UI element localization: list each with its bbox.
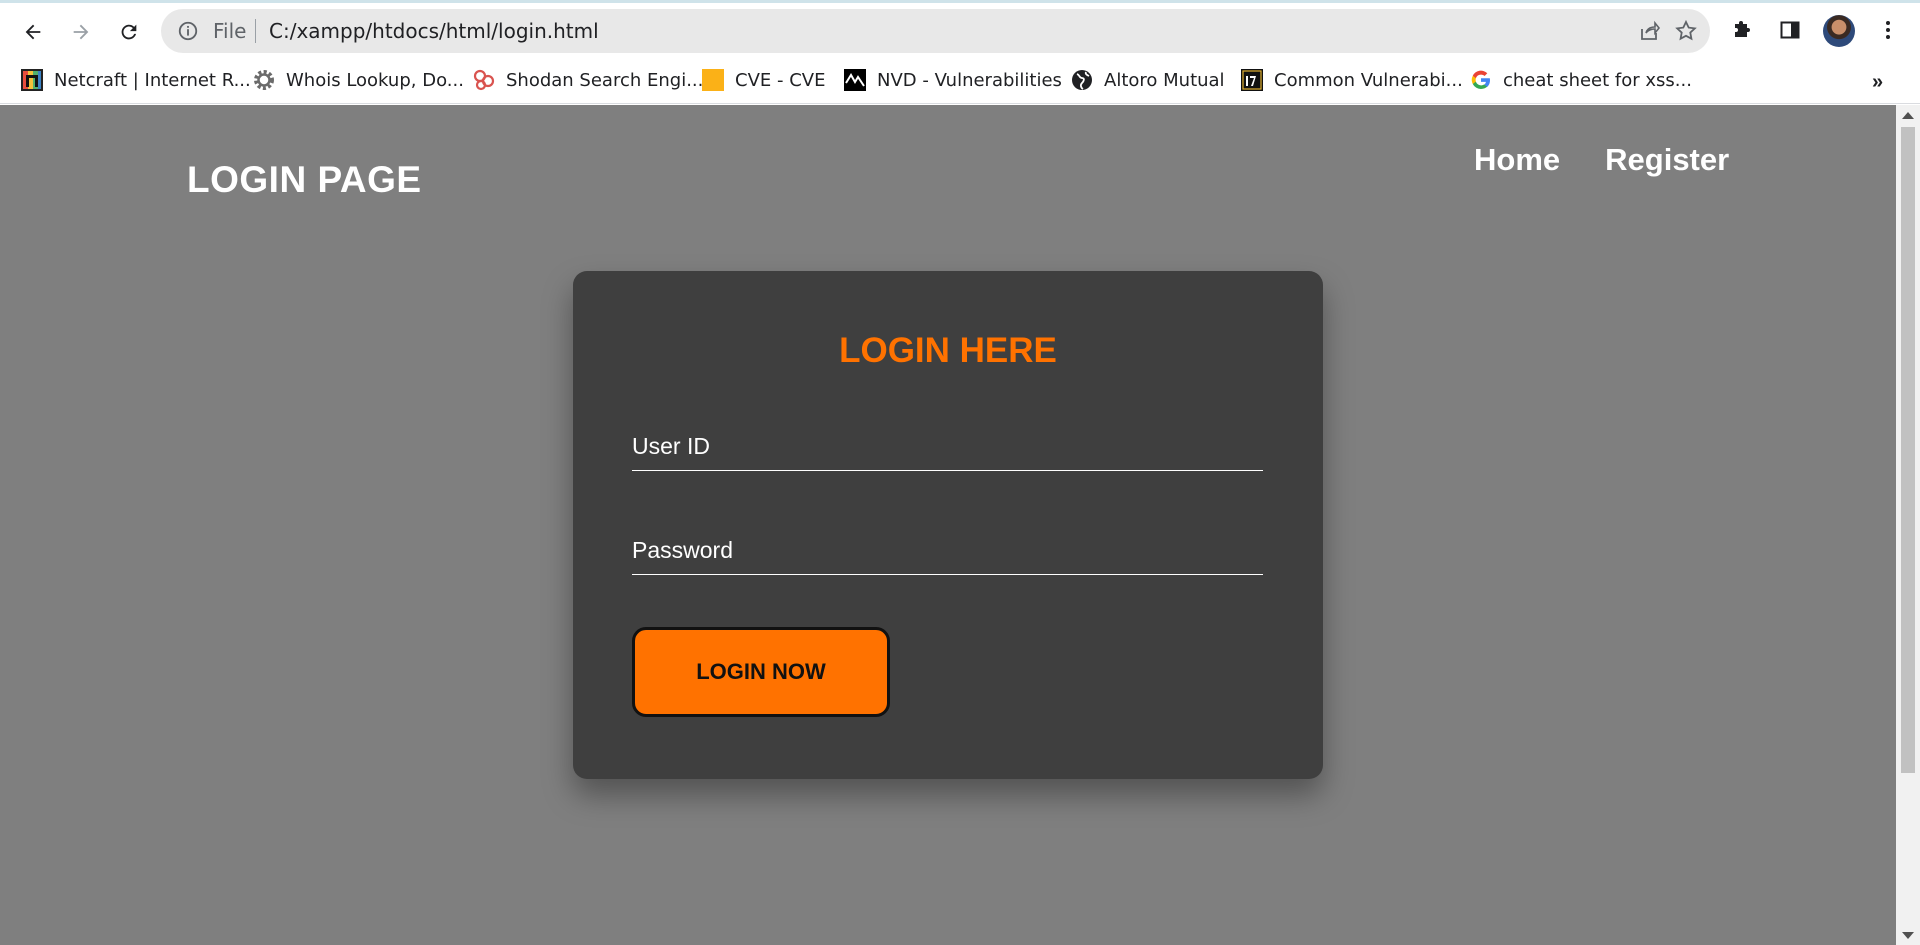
bookmarks-bar: Netcraft | Internet R... Whois Lookup, D… (0, 57, 1920, 104)
login-now-button[interactable]: LOGIN NOW (632, 627, 890, 717)
bookmark-netcraft[interactable]: Netcraft | Internet R... (20, 64, 251, 96)
password-input[interactable] (632, 527, 1263, 575)
address-url[interactable]: C:/xampp/htdocs/html/login.html (269, 19, 599, 43)
page-viewport: LOGIN PAGE Home Register LOGIN HERE LOGI… (0, 105, 1896, 945)
user-id-input[interactable] (632, 423, 1263, 471)
profile-avatar[interactable] (1823, 15, 1855, 47)
forward-button[interactable] (64, 15, 98, 49)
nvd-icon (843, 68, 867, 92)
bookmark-xss-cheat-sheet[interactable]: cheat sheet for xss... (1469, 64, 1692, 96)
bookmark-label: NVD - Vulnerabilities (877, 69, 1062, 91)
bookmark-label: Netcraft | Internet R... (54, 69, 251, 91)
netcraft-icon (20, 68, 44, 92)
bookmark-altoro[interactable]: Altoro Mutual (1070, 64, 1225, 96)
gear-icon (252, 68, 276, 92)
top-nav: Home Register (1474, 142, 1729, 178)
bookmark-common-vulnerabilities[interactable]: Common Vulnerabi... (1240, 64, 1463, 96)
bookmark-star-icon[interactable] (1674, 19, 1698, 43)
globe-icon (1070, 68, 1094, 92)
arrow-right-icon (73, 24, 89, 40)
back-button[interactable] (16, 15, 50, 49)
browser-toolbar: File C:/xampp/htdocs/html/login.html (0, 0, 1920, 57)
bookmark-whois[interactable]: Whois Lookup, Do... (252, 64, 464, 96)
reload-icon (121, 24, 137, 40)
nav-link-register[interactable]: Register (1605, 142, 1729, 178)
bookmark-label: CVE - CVE (735, 69, 826, 91)
login-form-title: LOGIN HERE (839, 331, 1057, 370)
bookmark-nvd[interactable]: NVD - Vulnerabilities (843, 64, 1062, 96)
address-bar[interactable]: File C:/xampp/htdocs/html/login.html (161, 9, 1710, 53)
shodan-icon (472, 68, 496, 92)
bookmark-shodan[interactable]: Shodan Search Engi... (472, 64, 703, 96)
nav-link-home[interactable]: Home (1474, 142, 1560, 178)
reload-button[interactable] (112, 15, 146, 49)
bookmark-label: Whois Lookup, Do... (286, 69, 464, 91)
bookmark-label: cheat sheet for xss... (1503, 69, 1692, 91)
arrow-left-icon (25, 24, 41, 40)
side-panel-button[interactable] (1776, 16, 1804, 44)
side-panel-icon (1780, 21, 1800, 39)
share-icon[interactable] (1637, 19, 1661, 43)
login-card: LOGIN HERE LOGIN NOW (573, 271, 1323, 779)
scrollbar-thumb[interactable] (1901, 127, 1915, 773)
more-bookmarks-button[interactable]: » (1872, 71, 1883, 94)
bookmark-label: Altoro Mutual (1104, 69, 1225, 91)
bookmark-cve[interactable]: CVE - CVE (701, 64, 825, 96)
address-separator (255, 19, 256, 43)
cwe-icon (1240, 68, 1264, 92)
info-icon[interactable] (177, 20, 199, 42)
vertical-scrollbar[interactable] (1896, 105, 1920, 945)
cve-icon (701, 68, 725, 92)
extensions-button[interactable] (1729, 16, 1757, 44)
kebab-menu-icon (1886, 21, 1890, 39)
scroll-down-arrow-icon[interactable] (1902, 932, 1914, 939)
scroll-up-arrow-icon[interactable] (1902, 112, 1914, 119)
bookmark-label: Shodan Search Engi... (506, 69, 704, 91)
puzzle-icon (1735, 21, 1750, 37)
page-brand-title: LOGIN PAGE (187, 159, 422, 200)
address-scheme-label: File (213, 19, 247, 43)
bookmark-label: Common Vulnerabi... (1274, 69, 1463, 91)
google-icon (1469, 68, 1493, 92)
browser-menu-button[interactable] (1874, 16, 1902, 44)
